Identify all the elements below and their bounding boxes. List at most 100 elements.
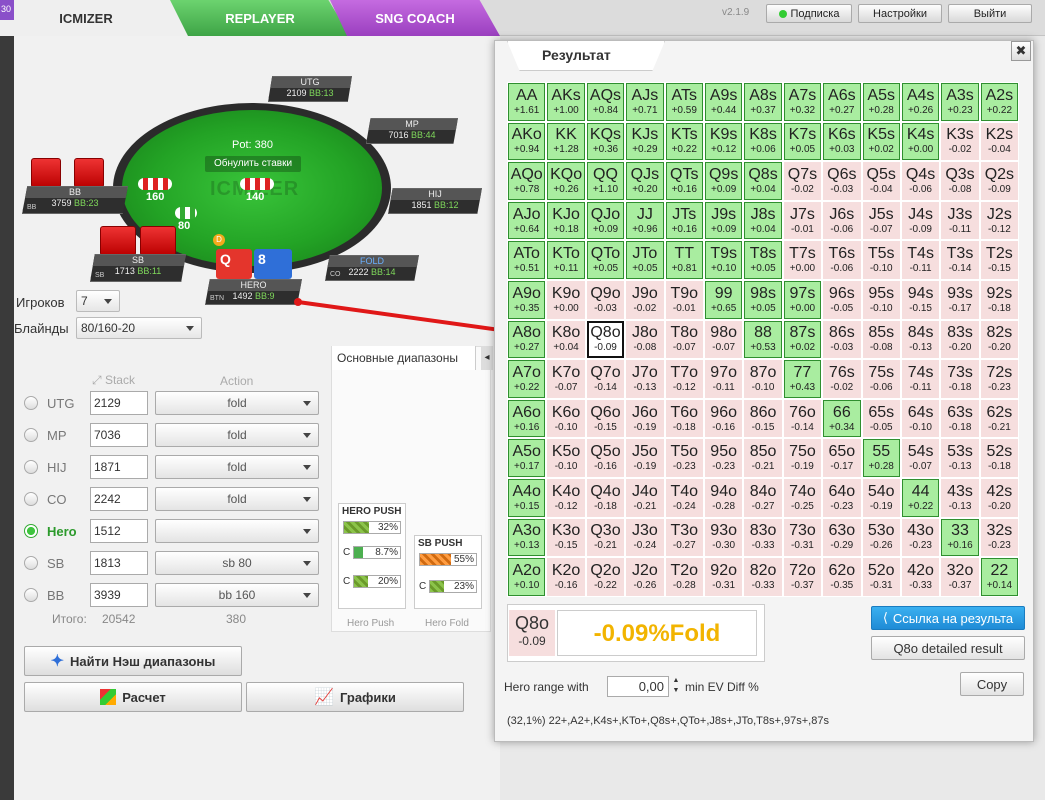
hand-cell-q7s[interactable]: Q7s -0.02 (782, 161, 823, 201)
hero-card-1[interactable]: Q (216, 249, 252, 279)
hand-cell-t7s[interactable]: T7s +0.00 (782, 240, 823, 280)
action-select[interactable] (155, 519, 319, 543)
hand-cell-85s[interactable]: 85s -0.08 (861, 319, 901, 360)
hand-cell-j7s[interactable]: J7s -0.01 (782, 200, 823, 241)
hand-cell-a7s[interactable]: A7s +0.32 (782, 82, 823, 122)
hand-cell-k7o[interactable]: K7o -0.07 (546, 359, 586, 399)
hand-cell-kto[interactable]: KTo +0.11 (546, 240, 586, 280)
hand-cell-63o[interactable]: 63o -0.29 (822, 517, 862, 558)
hand-cell-j6s[interactable]: J6s -0.06 (822, 200, 862, 241)
hand-cell-74s[interactable]: 74s -0.11 (900, 359, 941, 399)
hand-cell-t4o[interactable]: T4o -0.24 (664, 477, 704, 518)
hand-cell-j8o[interactable]: J8o -0.08 (625, 319, 665, 360)
hand-cell-64s[interactable]: 64s -0.10 (900, 398, 941, 439)
hand-cell-ajo[interactable]: AJo +0.64 (507, 200, 547, 241)
hand-cell-qts[interactable]: QTs +0.16 (664, 161, 704, 201)
hand-cell-q4s[interactable]: Q4s -0.06 (900, 161, 941, 201)
hand-cell-kk[interactable]: KK +1.28 (546, 121, 586, 162)
hand-cell-54o[interactable]: 54o -0.19 (861, 477, 901, 518)
hand-cell-t6o[interactable]: T6o -0.18 (664, 398, 704, 439)
tab-sng-coach[interactable]: SNG COACH (330, 0, 500, 36)
hand-cell-j8s[interactable]: J8s +0.04 (743, 200, 783, 241)
hand-cell-a9o[interactable]: A9o +0.35 (507, 279, 547, 320)
hand-cell-k2o[interactable]: K2o -0.16 (546, 557, 586, 597)
position-radio-hero[interactable] (24, 524, 38, 538)
action-select[interactable]: fold (155, 391, 319, 415)
find-nash-ranges-button[interactable]: ✦ Найти Нэш диапазоны (24, 646, 242, 676)
hand-cell-q3o[interactable]: Q3o -0.21 (585, 517, 626, 558)
hand-cell-t8o[interactable]: T8o -0.07 (664, 319, 704, 360)
hand-cell-65o[interactable]: 65o -0.17 (822, 438, 862, 478)
hand-cell-73o[interactable]: 73o -0.31 (782, 517, 823, 558)
hand-cell-t3s[interactable]: T3s -0.14 (940, 240, 980, 280)
hand-cell-k8o[interactable]: K8o +0.04 (546, 319, 586, 360)
hand-cell-87s[interactable]: 87s +0.02 (782, 319, 823, 360)
hand-cell-88[interactable]: 88 +0.53 (743, 319, 783, 360)
hand-cell-k6o[interactable]: K6o -0.10 (546, 398, 586, 439)
hand-cell-ako[interactable]: AKo +0.94 (507, 121, 547, 162)
seat-co[interactable]: FOLD 2222 BB:14 CO (325, 255, 419, 281)
hand-cell-84s[interactable]: 84s -0.13 (900, 319, 941, 360)
hand-cell-qto[interactable]: QTo +0.05 (585, 240, 626, 280)
hand-cell-a4o[interactable]: A4o +0.15 (507, 477, 547, 518)
hand-cell-q9s[interactable]: Q9s +0.09 (703, 161, 744, 201)
action-select[interactable]: fold (155, 423, 319, 447)
hand-cell-aqo[interactable]: AQo +0.78 (507, 161, 547, 201)
hand-cell-76s[interactable]: 76s -0.02 (822, 359, 862, 399)
hand-cell-k4o[interactable]: K4o -0.12 (546, 477, 586, 518)
hand-cell-a7o[interactable]: A7o +0.22 (507, 359, 547, 399)
hand-cell-22[interactable]: 22 +0.14 (979, 557, 1020, 597)
hand-cell-a8s[interactable]: A8s +0.37 (743, 82, 783, 122)
logout-button[interactable]: Выйти (948, 4, 1032, 23)
hand-cell-62o[interactable]: 62o -0.35 (822, 557, 862, 597)
hand-cell-a5s[interactable]: A5s +0.28 (861, 82, 901, 122)
hand-cell-a5o[interactable]: A5o +0.17 (507, 438, 547, 478)
hand-cell-53s[interactable]: 53s -0.13 (940, 438, 980, 478)
hand-cell-a4s[interactable]: A4s +0.26 (900, 82, 941, 122)
hand-cell-kts[interactable]: KTs +0.22 (664, 121, 704, 162)
hand-cell-k9o[interactable]: K9o +0.00 (546, 279, 586, 320)
hand-cell-55[interactable]: 55 +0.28 (861, 438, 901, 478)
hand-cell-kqo[interactable]: KQo +0.26 (546, 161, 586, 201)
seat-sb[interactable]: SB 1713 BB:11 SB (90, 254, 186, 282)
hand-cell-k5o[interactable]: K5o -0.10 (546, 438, 586, 478)
hand-cell-64o[interactable]: 64o -0.23 (822, 477, 862, 518)
position-radio-co[interactable] (24, 492, 38, 506)
hand-cell-k7s[interactable]: K7s +0.05 (782, 121, 823, 162)
hand-cell-92o[interactable]: 92o -0.31 (703, 557, 744, 597)
action-select[interactable]: bb 160 (155, 583, 319, 607)
hand-cell-84o[interactable]: 84o -0.27 (743, 477, 783, 518)
hand-cell-j9o[interactable]: J9o -0.02 (625, 279, 665, 320)
hand-cell-q9o[interactable]: Q9o -0.03 (585, 279, 626, 320)
min-ev-stepper[interactable]: ▲ ▼ (671, 676, 681, 697)
position-radio-utg[interactable] (24, 396, 38, 410)
hand-cell-j6o[interactable]: J6o -0.19 (625, 398, 665, 439)
seat-hero[interactable]: HERO 1492 BB:9 BTN (205, 279, 302, 305)
seat-hij[interactable]: HIJ 1851 BB:12 (388, 188, 482, 214)
hand-cell-ato[interactable]: ATo +0.51 (507, 240, 547, 280)
hand-cell-q8s[interactable]: Q8s +0.04 (743, 161, 783, 201)
hand-cell-54s[interactable]: 54s -0.07 (900, 438, 941, 478)
hand-cell-t5o[interactable]: T5o -0.23 (664, 438, 704, 478)
hand-cell-k6s[interactable]: K6s +0.03 (822, 121, 862, 162)
hand-cell-86s[interactable]: 86s -0.03 (822, 319, 862, 360)
hand-cell-73s[interactable]: 73s -0.18 (940, 359, 980, 399)
seat-utg[interactable]: UTG 2109 BB:13 (268, 76, 352, 102)
hand-cell-92s[interactable]: 92s -0.18 (979, 279, 1020, 320)
hand-cell-44[interactable]: 44 +0.22 (900, 477, 941, 518)
hand-cell-96o[interactable]: 96o -0.16 (703, 398, 744, 439)
hand-cell-qq[interactable]: QQ +1.10 (585, 161, 626, 201)
hand-cell-q2o[interactable]: Q2o -0.22 (585, 557, 626, 597)
hand-cell-a8o[interactable]: A8o +0.27 (507, 319, 547, 360)
hand-cell-k3s[interactable]: K3s -0.02 (940, 121, 980, 162)
hand-cell-83s[interactable]: 83s -0.20 (940, 319, 980, 360)
hand-cell-ajs[interactable]: AJs +0.71 (625, 82, 665, 122)
hand-cell-t9s[interactable]: T9s +0.10 (703, 240, 744, 280)
hand-cell-83o[interactable]: 83o -0.33 (743, 517, 783, 558)
hand-cell-t6s[interactable]: T6s -0.06 (822, 240, 862, 280)
hand-cell-32s[interactable]: 32s -0.23 (979, 517, 1020, 558)
hand-cell-74o[interactable]: 74o -0.25 (782, 477, 823, 518)
hand-cell-kqs[interactable]: KQs +0.36 (585, 121, 626, 162)
hand-cell-q3s[interactable]: Q3s -0.08 (940, 161, 980, 201)
hand-cell-j3o[interactable]: J3o -0.24 (625, 517, 665, 558)
